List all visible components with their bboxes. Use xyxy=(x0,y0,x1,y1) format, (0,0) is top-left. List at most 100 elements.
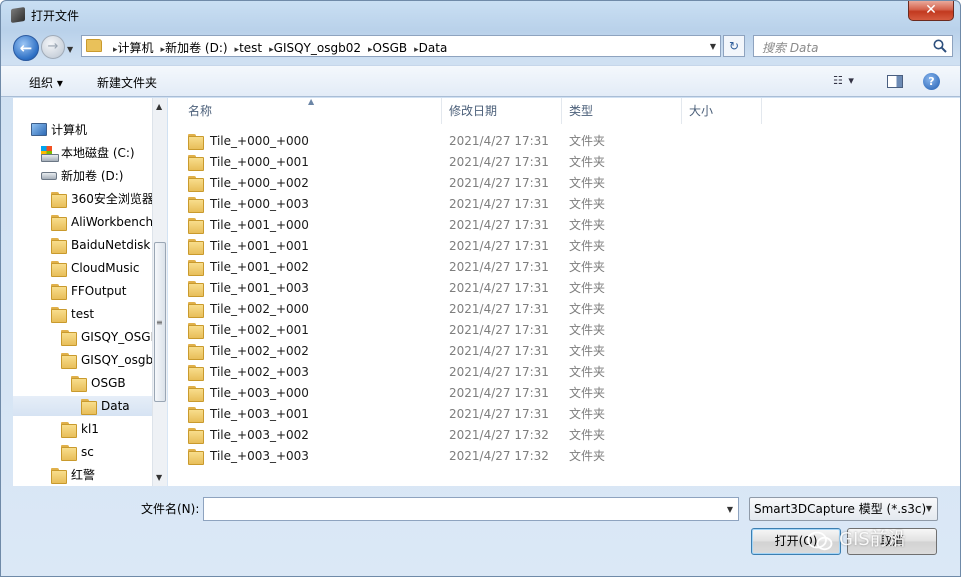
file-row[interactable]: Tile_+000_+002 2021/4/27 17:31 文件夹 xyxy=(188,173,948,194)
nav-item-label: 360安全浏览器 xyxy=(71,192,154,206)
folder-icon xyxy=(188,176,204,192)
file-row[interactable]: Tile_+003_+003 2021/4/27 17:32 文件夹 xyxy=(188,446,948,467)
file-row[interactable]: Tile_+002_+001 2021/4/27 17:31 文件夹 xyxy=(188,320,948,341)
search-input[interactable]: 搜索 Data xyxy=(762,39,818,56)
breadcrumb-item[interactable]: GISQY_osgb02 xyxy=(274,41,361,55)
folder-icon xyxy=(71,376,87,392)
navigation-pane[interactable]: 计算机本地磁盘 (C:) 新加卷 (D:) 360安全浏览器 AliWorkbench… xyxy=(13,98,165,486)
nav-item-label: 计算机 xyxy=(51,123,88,137)
organize-button[interactable]: 组织 ▾ xyxy=(29,74,63,91)
nav-item[interactable]: kl1 xyxy=(13,419,164,439)
folder-icon xyxy=(188,197,204,213)
breadcrumb-item[interactable]: 新加卷 (D:) xyxy=(165,41,227,55)
nav-item-label: test xyxy=(71,307,95,321)
file-row[interactable]: Tile_+000_+001 2021/4/27 17:31 文件夹 xyxy=(188,152,948,173)
nav-item[interactable]: test xyxy=(13,304,164,324)
nav-item[interactable]: FFOutput xyxy=(13,281,164,301)
file-name: Tile_+001_+002 xyxy=(210,260,309,274)
forward-button[interactable]: → xyxy=(41,35,65,59)
column-header-name[interactable]: 名称 ▲ xyxy=(168,98,442,124)
command-bar: 组织 ▾ 新建文件夹 ☷ ▾ ? xyxy=(1,65,960,97)
nav-item[interactable]: sc xyxy=(13,442,164,462)
column-header-type[interactable]: 类型 xyxy=(562,98,682,124)
column-header-size[interactable]: 大小 xyxy=(682,98,762,124)
filename-field[interactable]: ▼ xyxy=(203,497,739,521)
nav-item[interactable]: 新加卷 (D:) xyxy=(13,166,164,186)
file-name: Tile_+001_+001 xyxy=(210,239,309,253)
file-row[interactable]: Tile_+001_+001 2021/4/27 17:31 文件夹 xyxy=(188,236,948,257)
file-row[interactable]: Tile_+003_+002 2021/4/27 17:32 文件夹 xyxy=(188,425,948,446)
folder-icon xyxy=(51,215,67,231)
breadcrumb-item[interactable]: OSGB xyxy=(373,41,408,55)
file-row[interactable]: Tile_+001_+003 2021/4/27 17:31 文件夹 xyxy=(188,278,948,299)
folder-icon xyxy=(188,218,204,234)
scroll-grip-icon: ≡ xyxy=(156,318,163,327)
preview-pane-icon[interactable] xyxy=(887,75,903,88)
refresh-button[interactable]: ↻ xyxy=(723,35,745,57)
address-dropdown[interactable]: ▼ xyxy=(710,42,716,51)
column-name-label: 名称 xyxy=(188,104,213,118)
folder-icon xyxy=(188,386,204,402)
breadcrumb-item[interactable]: test xyxy=(239,41,262,55)
folder-icon xyxy=(51,284,67,300)
breadcrumb-item[interactable]: 计算机 xyxy=(118,41,154,55)
nav-item[interactable]: OSGB xyxy=(13,373,164,393)
search-icon[interactable] xyxy=(932,38,948,54)
nav-item[interactable]: GISQY_OSGB xyxy=(13,327,164,347)
file-type: 文件夹 xyxy=(569,449,606,463)
file-date: 2021/4/27 17:31 xyxy=(449,134,549,148)
nav-item[interactable]: 红警 xyxy=(13,465,164,485)
file-name: Tile_+000_+002 xyxy=(210,176,309,190)
app-icon xyxy=(11,7,25,23)
column-header-date[interactable]: 修改日期 xyxy=(442,98,562,124)
scroll-up-arrow[interactable]: ▲ xyxy=(156,102,162,111)
nav-item[interactable]: Data xyxy=(13,396,164,416)
file-type-filter[interactable]: Smart3DCapture 模型 (*.s3c) ▼ xyxy=(749,497,938,521)
navigation-scrollbar[interactable]: ▲ ≡ ▼ xyxy=(152,98,167,486)
file-row[interactable]: Tile_+000_+003 2021/4/27 17:31 文件夹 xyxy=(188,194,948,215)
file-type: 文件夹 xyxy=(569,302,606,316)
file-name: Tile_+001_+003 xyxy=(210,281,309,295)
file-row[interactable]: Tile_+002_+002 2021/4/27 17:31 文件夹 xyxy=(188,341,948,362)
file-row[interactable]: Tile_+002_+000 2021/4/27 17:31 文件夹 xyxy=(188,299,948,320)
column-size-label: 大小 xyxy=(689,104,714,118)
back-button[interactable]: ← xyxy=(13,35,39,61)
breadcrumb-item[interactable]: Data xyxy=(419,41,448,55)
nav-item-label: FFOutput xyxy=(71,284,127,298)
filename-dropdown[interactable]: ▼ xyxy=(727,505,733,514)
file-date: 2021/4/27 17:31 xyxy=(449,323,549,337)
search-box[interactable]: 搜索 Data xyxy=(753,35,953,57)
folder-icon xyxy=(51,261,67,277)
file-row[interactable]: Tile_+000_+000 2021/4/27 17:31 文件夹 xyxy=(188,131,948,152)
nav-item[interactable]: 本地磁盘 (C:) xyxy=(13,143,164,163)
file-row[interactable]: Tile_+002_+003 2021/4/27 17:31 文件夹 xyxy=(188,362,948,383)
help-icon[interactable]: ? xyxy=(923,73,940,90)
file-row[interactable]: Tile_+001_+002 2021/4/27 17:31 文件夹 xyxy=(188,257,948,278)
file-row[interactable]: Tile_+003_+001 2021/4/27 17:31 文件夹 xyxy=(188,404,948,425)
new-folder-button[interactable]: 新建文件夹 xyxy=(97,74,157,91)
nav-item[interactable]: 计算机 xyxy=(13,120,164,140)
file-list[interactable]: 名称 ▲ 修改日期 类型 大小 Tile_+000_+000 2021/4/27 … xyxy=(168,98,960,486)
chevron-down-icon: ▼ xyxy=(925,504,932,513)
file-row[interactable]: Tile_+003_+000 2021/4/27 17:31 文件夹 xyxy=(188,383,948,404)
file-type: 文件夹 xyxy=(569,260,606,274)
scroll-down-arrow[interactable]: ▼ xyxy=(156,473,162,482)
nav-item[interactable]: AliWorkbench xyxy=(13,212,164,232)
folder-icon xyxy=(188,449,204,465)
nav-item[interactable]: BaiduNetdisk xyxy=(13,235,164,255)
nav-item-label: Data xyxy=(101,399,130,413)
views-button[interactable]: ☷ ▾ xyxy=(833,74,855,87)
nav-item[interactable]: 360安全浏览器 xyxy=(13,189,164,209)
nav-item[interactable]: CloudMusic xyxy=(13,258,164,278)
nav-item-label: 新加卷 (D:) xyxy=(61,169,124,183)
recent-pages-dropdown[interactable]: ▼ xyxy=(67,45,73,54)
title-bar[interactable]: 打开文件 ✕ xyxy=(1,1,960,31)
address-bar[interactable]: ▸计算机 ▸新加卷 (D:) ▸test ▸GISQY_osgb02 ▸OSGB ▸Dat… xyxy=(81,35,721,57)
file-date: 2021/4/27 17:32 xyxy=(449,449,549,463)
nav-item[interactable]: GISQY_osgb02 xyxy=(13,350,164,370)
file-row[interactable]: Tile_+001_+000 2021/4/27 17:31 文件夹 xyxy=(188,215,948,236)
folder-icon xyxy=(188,281,204,297)
computer-icon xyxy=(31,123,47,136)
column-date-label: 修改日期 xyxy=(449,104,498,118)
close-button[interactable]: ✕ xyxy=(908,1,954,21)
